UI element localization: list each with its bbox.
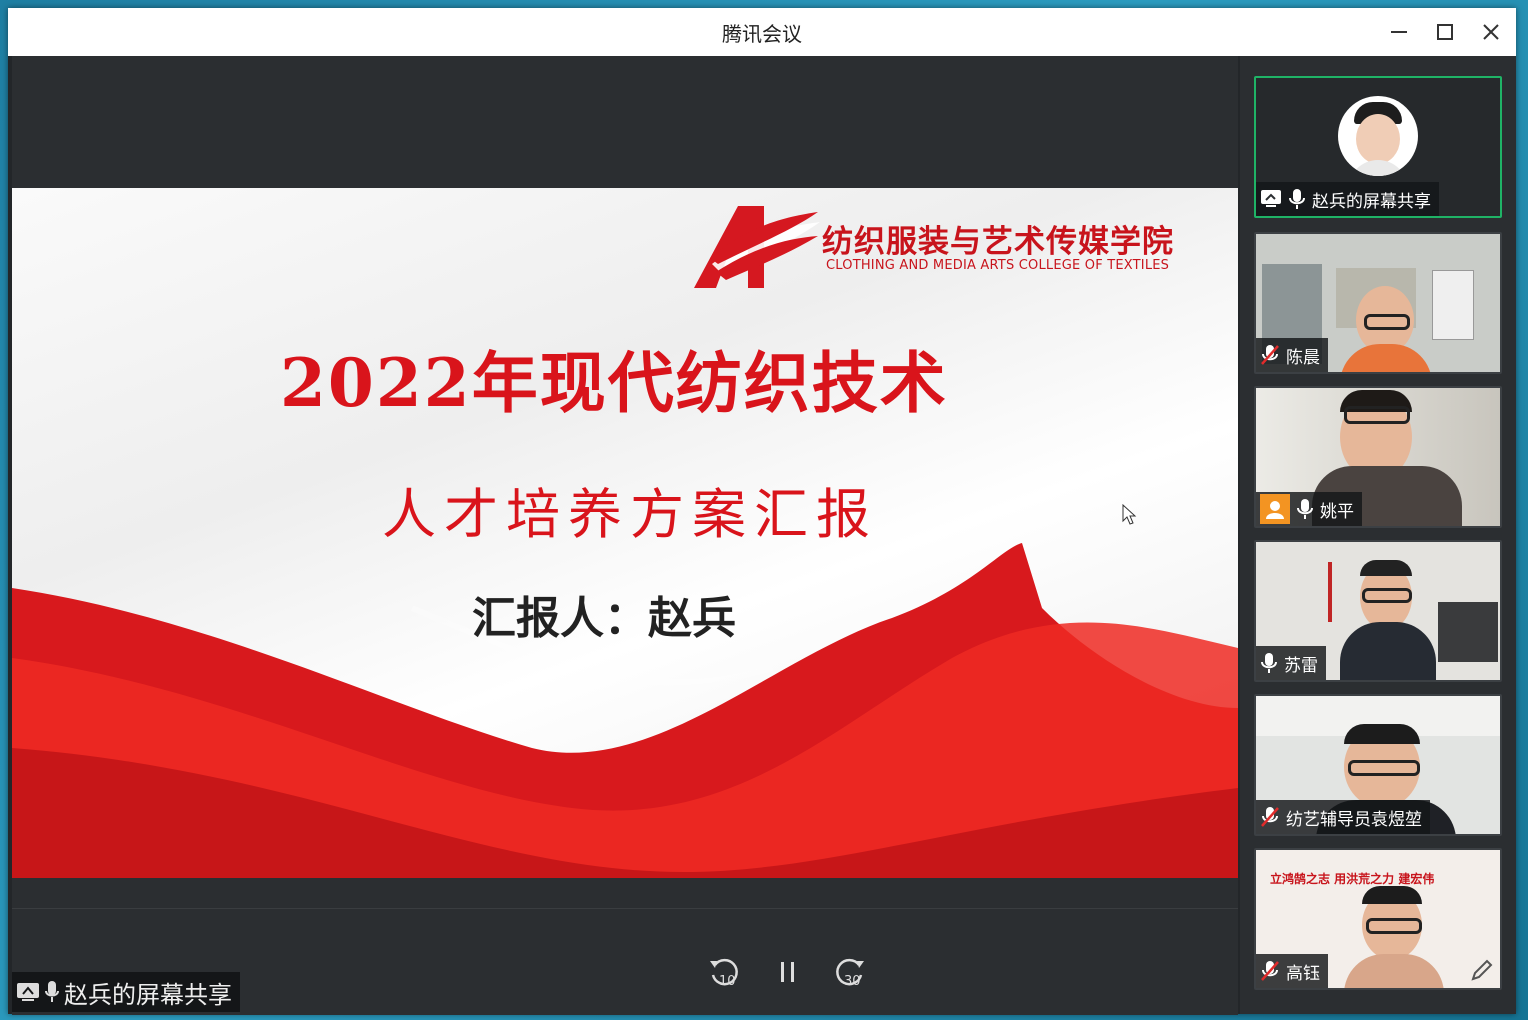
participant-tile[interactable]: 陈晨 (1254, 232, 1502, 374)
participant-name: 赵兵的屏幕共享 (1312, 191, 1431, 212)
slide-subtitle: 人才培养方案汇报 (382, 483, 878, 546)
screen-share-icon (1261, 190, 1281, 207)
microphone-muted-icon (1261, 961, 1279, 981)
participant-label: 陈晨 (1256, 338, 1328, 372)
pause-icon (781, 962, 794, 982)
microphone-icon (1297, 499, 1313, 519)
pause-button[interactable] (768, 952, 808, 992)
window-title: 腾讯会议 (722, 21, 802, 46)
rewind-button[interactable]: 10 (704, 952, 744, 992)
participant-label: 苏雷 (1256, 646, 1326, 680)
screen-share-label: 赵兵的屏幕共享 (12, 972, 240, 1012)
participant-name: 高钰 (1286, 963, 1320, 984)
participant-tile[interactable]: 立鸿鹄之志 用洪荒之力 建宏伟 高钰 (1254, 848, 1502, 990)
meeting-window: 腾讯会议 纺织服装与艺术传媒学院 CLOTHING AND MEDIA ARTS… (8, 8, 1516, 1015)
slide-reporter: 汇报人：赵兵 (472, 593, 736, 644)
college-name-cn: 纺织服装与艺术传媒学院 (822, 224, 1174, 260)
participant-label: 纺艺辅导员袁煜堃 (1256, 800, 1430, 834)
mouse-cursor-icon (1122, 504, 1137, 525)
avatar-badge-icon (1260, 494, 1290, 524)
participant-name: 陈晨 (1286, 347, 1320, 368)
participant-name: 姚平 (1320, 501, 1354, 522)
participant-label: 姚平 (1256, 492, 1362, 526)
microphone-icon (45, 981, 59, 1002)
participant-label: 赵兵的屏幕共享 (1256, 182, 1439, 216)
minimize-icon[interactable] (1376, 8, 1422, 56)
microphone-icon (1289, 189, 1305, 209)
microphone-muted-icon (1261, 807, 1279, 827)
close-icon[interactable] (1468, 8, 1514, 56)
participant-name: 苏雷 (1284, 655, 1318, 676)
wall-banner: 立鸿鹄之志 用洪荒之力 建宏伟 (1270, 872, 1435, 886)
participant-tile[interactable]: 苏雷 (1254, 540, 1502, 682)
forward-seconds: 30 (844, 974, 861, 989)
slide-title: 2022年现代纺织技术 (280, 344, 948, 422)
avatar (1338, 96, 1418, 176)
screen-share-icon (17, 983, 39, 1001)
participant-tile[interactable]: 姚平 (1254, 386, 1502, 528)
microphone-icon (1261, 653, 1277, 673)
maximize-icon[interactable] (1422, 8, 1468, 56)
forward-button[interactable]: 30 (830, 952, 870, 992)
participant-tile[interactable]: 纺艺辅导员袁煜堃 (1254, 694, 1502, 836)
participant-name: 纺艺辅导员袁煜堃 (1286, 809, 1422, 830)
title-bar: 腾讯会议 (8, 8, 1516, 56)
microphone-muted-icon (1261, 345, 1279, 365)
screen-share-name: 赵兵的屏幕共享 (64, 980, 232, 1009)
shared-screen-stage: 纺织服装与艺术传媒学院 CLOTHING AND MEDIA ARTS COLL… (12, 56, 1238, 1015)
rewind-seconds: 10 (719, 974, 736, 989)
participant-tile[interactable]: 赵兵的屏幕共享 (1254, 76, 1502, 218)
presentation-slide: 纺织服装与艺术传媒学院 CLOTHING AND MEDIA ARTS COLL… (12, 188, 1238, 878)
pen-icon[interactable] (1470, 958, 1494, 982)
participant-sidebar: 赵兵的屏幕共享 陈晨 姚平 苏雷 纺艺辅导员袁煜堃 立鸿鹄之志 用洪荒之力 建宏… (1240, 56, 1516, 1014)
participant-label: 高钰 (1256, 954, 1328, 988)
college-logo-icon (694, 206, 820, 288)
college-name-en: CLOTHING AND MEDIA ARTS COLLEGE OF TEXTI… (826, 258, 1170, 273)
